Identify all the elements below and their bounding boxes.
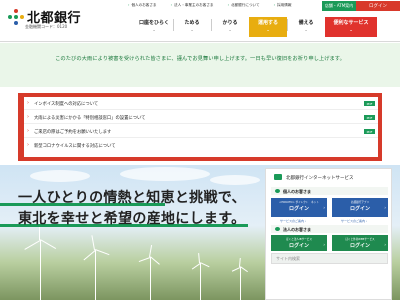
login-service-name: <HOKUTO> ダイレクト ネット	[279, 201, 319, 204]
login-service-name: ほくと外為WEBサービス	[345, 238, 375, 241]
person-icon	[275, 189, 280, 193]
pdf-badge: PDF	[364, 129, 375, 134]
chevron-down-icon: ⌄	[304, 27, 308, 32]
corporate-section-heading: 法人のお客さま	[271, 225, 388, 233]
building-icon	[275, 227, 280, 231]
header: 北都銀行 金融機関コード：0120 個人のお客さま 法人・事業主のお客さま 北都…	[0, 0, 400, 42]
chevron-down-icon: ⌄	[266, 27, 270, 32]
service-guide-link[interactable]: サービスのご案内	[341, 219, 367, 223]
util-link-recruit[interactable]: 採用情報	[274, 3, 291, 8]
hokuto-app-login-button[interactable]: 北都銀行アプリ ログイン ›	[332, 198, 388, 217]
info-item[interactable]: › 新型コロナウイルスに関する対応について	[24, 140, 378, 152]
header-divider	[0, 41, 400, 42]
cloud-shape	[120, 167, 210, 181]
cloud-shape	[210, 175, 260, 185]
nav-insure[interactable]: 備える ⌄	[287, 17, 325, 37]
arrow-right-icon: ›	[27, 100, 29, 106]
info-list: › インボイス制度への対応について PDF › 大雨による災害にかかる「特別相談…	[24, 97, 378, 157]
arrow-right-icon: ›	[27, 128, 29, 134]
info-item[interactable]: › 大雨による災害にかかる「特別相談窓口」の設置について PDF	[24, 112, 378, 124]
nav-label: ためる	[184, 20, 200, 26]
internet-service-panel: 北都銀行インターネットサービス 個人のお客さま <HOKUTO> ダイレクト ネ…	[265, 168, 392, 300]
arrow-right-icon: ›	[384, 242, 386, 247]
atm-locator-button[interactable]: 店舗・ATM案内	[322, 1, 356, 11]
corporate-ib-login-button[interactable]: ほくと法人IBサービス ログイン ›	[271, 235, 327, 251]
login-label: ログイン	[349, 206, 370, 212]
info-item[interactable]: › インボイス制度への対応について PDF	[24, 98, 378, 110]
hokuto-logo-icon	[8, 8, 24, 25]
chevron-down-icon: ⌄	[228, 27, 232, 32]
login-label: ログイン	[288, 206, 309, 212]
chevron-down-icon: ⌄	[152, 27, 156, 32]
global-nav: 口座をひらく ⌄ ためる ⌄ かりる ⌄ 運用する ⌄ 備える ⌄ 便利なサービ…	[135, 17, 377, 37]
nav-label: かりる	[222, 20, 238, 26]
info-item-text: ご来店の際はご予約をお願いいたします	[34, 129, 112, 135]
forex-web-login-button[interactable]: ほくと外為WEBサービス ログイン ›	[332, 235, 388, 251]
login-label: ログイン	[349, 243, 370, 249]
arrow-right-icon: ›	[27, 142, 29, 148]
nav-label: 運用する	[257, 20, 278, 26]
info-item-text: インボイス制度への対応について	[34, 101, 99, 107]
arrow-right-icon: ›	[27, 114, 29, 120]
nav-borrow[interactable]: かりる ⌄	[211, 17, 249, 37]
arrow-right-icon: ›	[323, 242, 325, 247]
util-link-personal[interactable]: 個人のお客さま	[128, 3, 156, 8]
nav-convenient-services[interactable]: 便利なサービス ⌄	[325, 17, 377, 37]
bank-code: 金融機関コード：0120	[25, 24, 68, 29]
personal-heading-text: 個人のお客さま	[283, 188, 311, 194]
corporate-heading-text: 法人のお客さま	[283, 226, 311, 232]
personal-section-heading: 個人のお客さま	[271, 187, 388, 195]
chevron-down-icon: ⌄	[190, 27, 194, 32]
cloud-shape	[30, 170, 90, 182]
nav-invest[interactable]: 運用する ⌄	[249, 17, 287, 37]
util-link-corporate[interactable]: 法人・事業主のお客さま	[171, 3, 214, 8]
util-link-about[interactable]: 北都銀行について	[228, 3, 260, 8]
login-service-name: ほくと法人IBサービス	[286, 238, 312, 241]
hero-headline-line2: 東北を幸せと希望の産地にします。	[18, 211, 246, 227]
site-search-input[interactable]: サイト内検索	[271, 253, 388, 264]
important-info-panel: › インボイス制度への対応について PDF › 大雨による災害にかかる「特別相談…	[18, 93, 382, 161]
info-item-text: 大雨による災害にかかる「特別相談窓口」の設置について	[34, 115, 146, 121]
hero-headline-line1: 一人ひとりの情熱と知恵と挑戦で、	[18, 190, 246, 206]
notice-message: このたびの大雨により被害を受けられた皆さまに、謹んでお見舞い申し上げます。一日も…	[55, 56, 345, 62]
utility-links: 個人のお客さま 法人・事業主のお客さま 北都銀行について 採用情報	[128, 3, 305, 8]
nav-label: 口座をひらく	[138, 20, 169, 26]
login-label: ログイン	[288, 243, 309, 249]
login-button[interactable]: ログイン	[356, 1, 400, 11]
login-service-name: 北都銀行アプリ	[350, 201, 370, 204]
arrow-right-icon: ›	[384, 205, 386, 210]
arrow-right-icon: ›	[323, 205, 325, 210]
pdf-badge: PDF	[364, 101, 375, 106]
info-item-text: 新型コロナウイルスに関する対応について	[34, 143, 116, 149]
notice-banner: このたびの大雨により被害を受けられた皆さまに、謹んでお見舞い申し上げます。一日も…	[0, 43, 400, 87]
page: 北都銀行 金融機関コード：0120 個人のお客さま 法人・事業主のお客さま 北都…	[0, 0, 400, 300]
internet-service-title: 北都銀行インターネットサービス	[286, 176, 354, 181]
nav-label: 便利なサービス	[333, 20, 369, 26]
nav-open-account[interactable]: 口座をひらく ⌄	[135, 17, 173, 37]
info-item[interactable]: › ご来店の際はご予約をお願いいたします PDF	[24, 126, 378, 138]
nav-save[interactable]: ためる ⌄	[173, 17, 211, 37]
chevron-down-icon: ⌄	[349, 27, 353, 32]
computer-icon	[274, 174, 282, 180]
direct-net-login-button[interactable]: <HOKUTO> ダイレクト ネット ログイン ›	[271, 198, 327, 217]
pdf-badge: PDF	[364, 115, 375, 120]
nav-label: 備える	[298, 20, 314, 26]
service-guide-link[interactable]: サービスのご案内	[280, 219, 306, 223]
